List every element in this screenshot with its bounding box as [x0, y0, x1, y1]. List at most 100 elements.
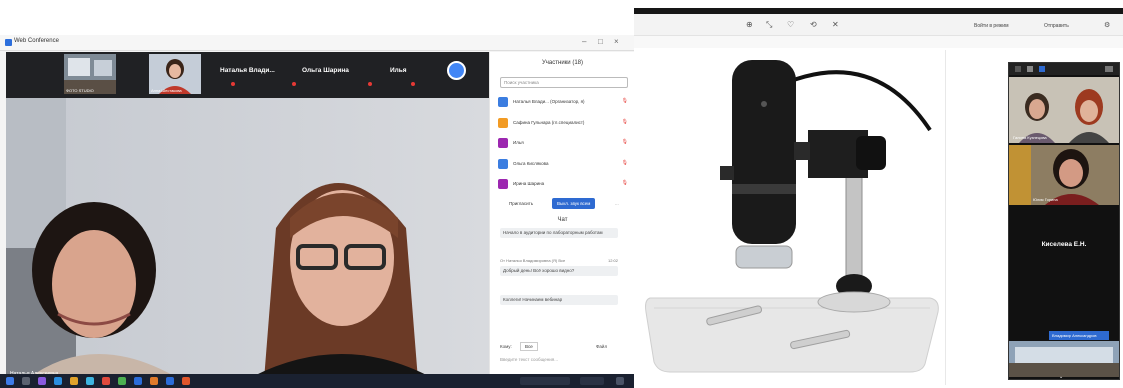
- chat-to-label: Кому:: [500, 344, 512, 349]
- participant-row[interactable]: Сафина Гульнара (гл.специалист) 🎙: [498, 115, 632, 131]
- participant-name: Ольга Кислякова: [513, 161, 549, 166]
- app-icon[interactable]: [166, 377, 174, 385]
- invite-button[interactable]: Пригласить: [504, 198, 538, 209]
- presentation-subbar: [634, 36, 1123, 48]
- participant-search-input[interactable]: Поиск участника: [500, 77, 628, 88]
- mic-muted-icon: [411, 82, 415, 86]
- os-taskbar: [0, 374, 634, 388]
- side-video-panel: Галина Кузнецова Юлия Горина Киселева Е.…: [1008, 62, 1120, 380]
- app-icon[interactable]: [54, 377, 62, 385]
- thumb-caption: ФОТО STUDIO: [66, 88, 94, 93]
- participant-row[interactable]: Ирина Шарина 🎙: [498, 176, 632, 192]
- participant-row[interactable]: Илья 🎙: [498, 135, 632, 151]
- window-titlebar: Web Conference – □ ×: [0, 35, 634, 51]
- rotate-icon[interactable]: ⟲: [810, 20, 817, 29]
- presentation-window: ⊕ ⤡ ♡ ⟲ ✕ Войти в режим Отправить ⚙ Гали…: [634, 0, 1123, 388]
- participant-name: Наталья Влади... (Организатор, я): [513, 99, 585, 104]
- video-strip: ФОТО STUDIO Анна Шестакова Наталья Влади…: [6, 52, 489, 98]
- participants-title: Участники (18): [541, 60, 583, 66]
- microscope-image: [645, 60, 939, 373]
- participants-panel: Участники (18) Поиск участника Наталья В…: [489, 52, 634, 374]
- participant-tag[interactable]: Владимир Александров: [1049, 331, 1109, 340]
- minimize-button[interactable]: –: [582, 37, 586, 46]
- participant-row[interactable]: Наталья Влади... (Организатор, я) 🎙: [498, 94, 632, 110]
- speaker-name: Киселева Е.Н.: [1041, 241, 1087, 248]
- app-icon[interactable]: [182, 377, 190, 385]
- participant-name: Илья: [513, 140, 524, 145]
- participant-thumb[interactable]: Анна Шестакова: [149, 54, 201, 94]
- participant-avatar-icon: [498, 138, 508, 148]
- divider: [945, 50, 946, 385]
- mute-all-button[interactable]: Выкл. звук всем: [552, 198, 596, 209]
- chat-title: Чат: [557, 217, 568, 223]
- app-icon[interactable]: [150, 377, 158, 385]
- present-mode-button[interactable]: Войти в режим: [974, 23, 1009, 29]
- expand-icon[interactable]: [1105, 66, 1113, 72]
- search-icon[interactable]: [22, 377, 30, 385]
- scroll-down-icon[interactable]: ⌄: [1059, 374, 1063, 380]
- chat-message: Добрый день! Всё хорошо видно?: [500, 266, 618, 276]
- participant-avatar-icon: [498, 159, 508, 169]
- thumb-caption: Анна Шестакова: [151, 88, 182, 93]
- participant-name-tile[interactable]: Ольга Шарина: [302, 67, 349, 74]
- layout-icon[interactable]: [1015, 66, 1021, 72]
- like-icon[interactable]: ♡: [787, 20, 794, 29]
- participant-name: Сафина Гульнара (гл.специалист): [513, 120, 585, 125]
- mic-muted-icon[interactable]: 🎙: [622, 98, 628, 104]
- participant-name: Ирина Шарина: [513, 181, 545, 186]
- chat-message: Коллеги! Начинаем вебинар: [500, 295, 618, 305]
- side-panel-toolbar: [1009, 63, 1119, 75]
- mic-muted-icon: [368, 82, 372, 86]
- presentation-toolbar: ⊕ ⤡ ♡ ⟲ ✕ Войти в режим Отправить ⚙: [634, 14, 1123, 36]
- maximize-button[interactable]: □: [598, 37, 603, 46]
- chat-message-time: 12:02: [608, 258, 619, 263]
- participant-avatar-icon: [498, 118, 508, 128]
- participant-avatar-icon: [498, 97, 508, 107]
- participant-name-tile[interactable]: Илья: [390, 67, 407, 74]
- mic-muted-icon[interactable]: 🎙: [622, 180, 628, 186]
- conference-window: Web Conference – □ × ФОТО STUDIO Анна Ше…: [0, 35, 634, 388]
- settings-icon[interactable]: ⚙: [1104, 21, 1110, 29]
- close-button[interactable]: ×: [614, 37, 619, 46]
- chat-message-meta: От Наталья Владимировна (Я) Все: [500, 258, 566, 263]
- fullscreen-icon[interactable]: ⤡: [766, 20, 772, 30]
- attach-file-button[interactable]: Файл: [596, 344, 607, 349]
- clock[interactable]: [580, 377, 604, 385]
- speaker-view-icon[interactable]: [1039, 66, 1045, 72]
- mic-muted-icon: [231, 82, 235, 86]
- participant-name-tile[interactable]: Наталья Влади...: [220, 67, 275, 74]
- app-icon[interactable]: [38, 377, 46, 385]
- app-icon[interactable]: [118, 377, 126, 385]
- app-title: Web Conference: [14, 38, 59, 44]
- side-video-tile[interactable]: [1009, 341, 1119, 377]
- video-frame-two-women: [6, 98, 489, 380]
- mic-muted-icon: [292, 82, 296, 86]
- grid-icon[interactable]: [1027, 66, 1033, 72]
- send-button[interactable]: Отправить: [1044, 23, 1069, 29]
- mic-muted-icon[interactable]: 🎙: [622, 160, 628, 166]
- user-avatar[interactable]: [447, 61, 466, 80]
- system-tray[interactable]: [520, 377, 570, 385]
- tile-caption: Галина Кузнецова: [1013, 135, 1047, 140]
- close-icon[interactable]: ✕: [832, 20, 839, 29]
- chat-message: Начало в аудитории по лабораторным работ…: [500, 228, 618, 238]
- start-icon[interactable]: [6, 377, 14, 385]
- zoom-icon[interactable]: ⊕: [746, 20, 753, 29]
- tile-caption: Юлия Горина: [1033, 197, 1058, 202]
- folder-icon[interactable]: [70, 377, 78, 385]
- mic-muted-icon[interactable]: 🎙: [622, 139, 628, 145]
- side-video-tile[interactable]: [1009, 77, 1119, 143]
- chat-message-input[interactable]: Введите текст сообщения...: [500, 357, 558, 362]
- participant-thumb[interactable]: ФОТО STUDIO: [64, 54, 116, 94]
- app-icon[interactable]: [86, 377, 94, 385]
- side-video-tile[interactable]: [1009, 145, 1119, 205]
- participant-avatar-icon: [498, 179, 508, 189]
- mic-muted-icon[interactable]: 🎙: [622, 119, 628, 125]
- browser-icon[interactable]: [102, 377, 110, 385]
- app-icon[interactable]: [134, 377, 142, 385]
- notifications-icon[interactable]: [616, 377, 624, 385]
- chat-recipient-select[interactable]: Все: [520, 342, 538, 351]
- main-video: Наталья Алексеевна: [6, 98, 489, 380]
- participant-row[interactable]: Ольга Кислякова 🎙: [498, 156, 632, 172]
- more-options-button[interactable]: ...: [610, 198, 624, 209]
